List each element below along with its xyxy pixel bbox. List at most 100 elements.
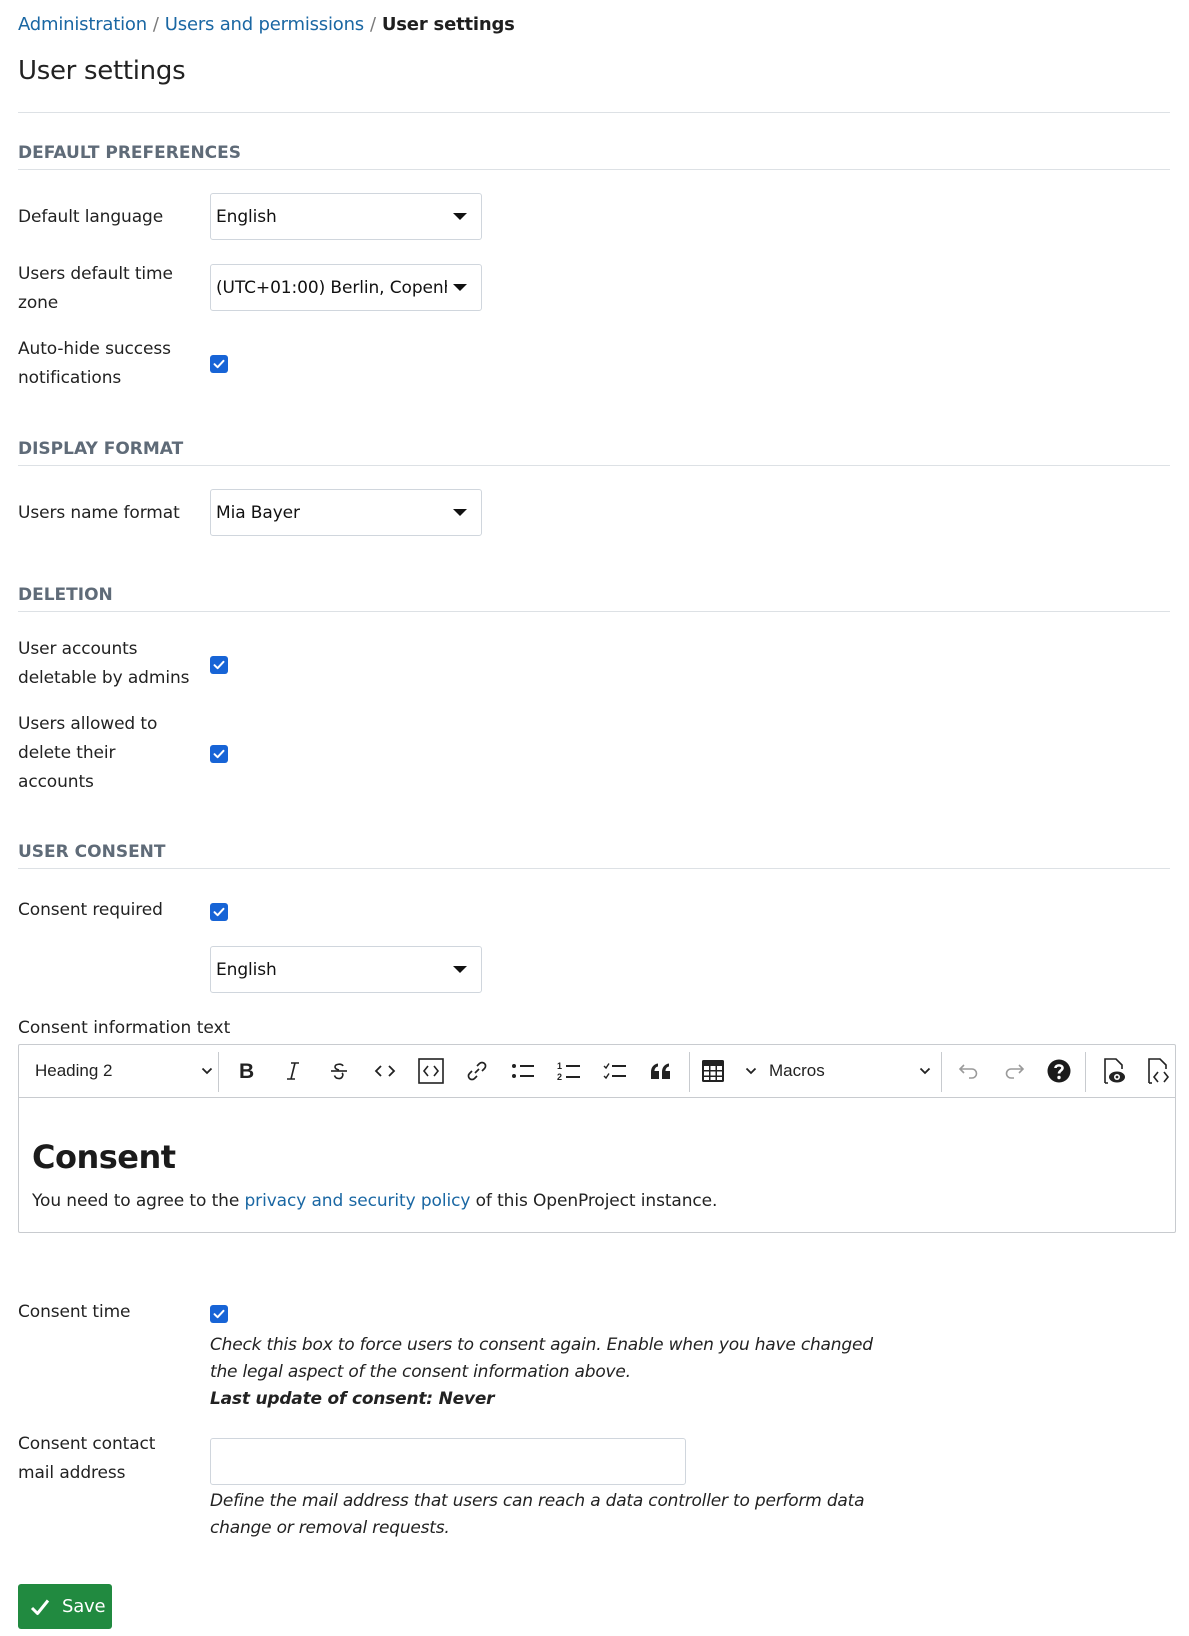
default-language-label: Default language [18, 207, 164, 227]
source-icon [1148, 1058, 1170, 1084]
block-quote-button[interactable] [643, 1045, 679, 1097]
save-button[interactable]: Save [18, 1584, 112, 1629]
name-format-label: Users name format [18, 503, 180, 523]
self-delete-label: Users allowed to delete their accounts [18, 714, 158, 792]
time-zone-label: Users default time zone [18, 264, 173, 313]
privacy-policy-link[interactable]: privacy and security policy [244, 1191, 470, 1211]
italic-button[interactable] [275, 1045, 311, 1097]
todo-list-button[interactable] [597, 1045, 633, 1097]
auto-hide-label: Auto-hide success notifications [18, 339, 171, 388]
caret-down-icon [453, 509, 467, 516]
code-block-button[interactable] [413, 1045, 449, 1097]
strikethrough-icon [331, 1063, 347, 1080]
auto-hide-checkbox[interactable] [210, 355, 228, 373]
caret-down-icon [453, 284, 467, 291]
consent-time-label: Consent time [18, 1302, 131, 1322]
numbered-list-button[interactable]: 12 [551, 1045, 587, 1097]
consent-required-checkbox[interactable] [210, 903, 228, 921]
check-icon [213, 359, 225, 369]
consent-language-select[interactable]: English [210, 946, 482, 993]
consent-text-before: You need to agree to the [32, 1191, 245, 1211]
contact-mail-label: Consent contact mail address [18, 1434, 156, 1483]
consent-required-label: Consent required [18, 900, 163, 920]
section-title-user-consent: USER CONSENT [18, 842, 166, 862]
section-title-deletion: DELETION [18, 585, 113, 605]
svg-text:B: B [239, 1061, 254, 1081]
strikethrough-button[interactable] [321, 1045, 357, 1097]
breadcrumb-administration[interactable]: Administration [18, 14, 147, 35]
consent-language-value: English [216, 959, 277, 980]
check-icon [213, 907, 225, 917]
check-icon [213, 749, 225, 759]
page-title: User settings [18, 56, 186, 86]
redo-icon [1005, 1064, 1025, 1079]
check-icon [213, 1309, 225, 1319]
heading-dropdown-label: Heading 2 [35, 1061, 113, 1080]
title-divider [18, 112, 1170, 113]
bold-icon: B [239, 1061, 254, 1081]
time-zone-select[interactable]: (UTC+01:00) Berlin, Copenhagen [210, 264, 482, 311]
contact-mail-input[interactable] [210, 1438, 686, 1485]
consent-time-help: Check this box to force users to consent… [210, 1332, 900, 1413]
heading-dropdown[interactable]: Heading 2 [35, 1045, 213, 1097]
bold-button[interactable]: B [229, 1045, 265, 1097]
svg-text:1: 1 [557, 1061, 562, 1071]
chevron-down-icon [745, 1067, 757, 1075]
chevron-down-icon [919, 1067, 931, 1075]
consent-info-editor[interactable]: Heading 2 B 12 Macros Consent You need t… [18, 1044, 1176, 1233]
chevron-down-icon [201, 1067, 213, 1075]
save-button-label: Save [62, 1596, 106, 1617]
code-button[interactable] [367, 1045, 403, 1097]
link-button[interactable] [459, 1045, 495, 1097]
section-title-default-preferences: DEFAULT PREFERENCES [18, 143, 242, 163]
macros-dropdown[interactable]: Macros [769, 1045, 931, 1097]
svg-text:2: 2 [557, 1072, 562, 1081]
bulleted-list-button[interactable] [505, 1045, 541, 1097]
caret-down-icon [453, 966, 467, 973]
time-zone-value: (UTC+01:00) Berlin, Copenhagen [216, 277, 447, 298]
breadcrumb-users-permissions[interactable]: Users and permissions [165, 14, 364, 35]
help-button[interactable] [1041, 1045, 1077, 1097]
italic-icon [287, 1062, 299, 1080]
caret-down-icon [453, 213, 467, 220]
section-divider [18, 169, 1170, 170]
section-divider [18, 465, 1170, 466]
editor-toolbar: Heading 2 B 12 Macros [19, 1045, 1175, 1098]
preview-button[interactable] [1095, 1045, 1135, 1097]
consent-time-checkbox[interactable] [210, 1305, 228, 1323]
check-icon [213, 660, 225, 670]
name-format-select[interactable]: Mia Bayer [210, 489, 482, 536]
link-icon [467, 1061, 487, 1081]
default-language-value: English [216, 206, 277, 227]
section-title-display-format: DISPLAY FORMAT [18, 439, 184, 459]
breadcrumb-current: User settings [381, 14, 515, 35]
block-quote-icon [651, 1063, 670, 1079]
undo-icon [958, 1064, 978, 1079]
code-block-icon [418, 1058, 444, 1084]
undo-button[interactable] [951, 1045, 987, 1097]
check-icon [30, 1599, 50, 1615]
redo-button[interactable] [996, 1045, 1032, 1097]
todo-list-icon [603, 1063, 626, 1080]
breadcrumb-separator: / [370, 14, 376, 35]
default-language-select[interactable]: English [210, 193, 482, 240]
toolbar-separator [941, 1052, 942, 1092]
admins-delete-checkbox[interactable] [210, 656, 228, 674]
macros-dropdown-label: Macros [769, 1061, 825, 1080]
consent-time-help-text: Check this box to force users to consent… [210, 1335, 873, 1382]
numbered-list-icon: 12 [557, 1061, 580, 1081]
last-update-consent: Last update of consent: Never [210, 1389, 495, 1409]
source-button[interactable] [1141, 1045, 1177, 1097]
name-format-value: Mia Bayer [216, 502, 300, 523]
section-divider [18, 611, 1170, 612]
breadcrumb: Administration / Users and permissions / Use… [18, 14, 515, 35]
consent-text-after: of this OpenProject instance. [470, 1191, 718, 1211]
self-delete-checkbox[interactable] [210, 745, 228, 763]
contact-mail-help: Define the mail address that users can r… [210, 1491, 865, 1538]
breadcrumb-separator: / [152, 14, 159, 35]
consent-paragraph: You need to agree to the privacy and sec… [32, 1191, 717, 1211]
toolbar-separator [1085, 1052, 1086, 1092]
code-icon [374, 1065, 396, 1077]
table-button[interactable] [701, 1045, 757, 1097]
preview-icon [1104, 1058, 1125, 1084]
